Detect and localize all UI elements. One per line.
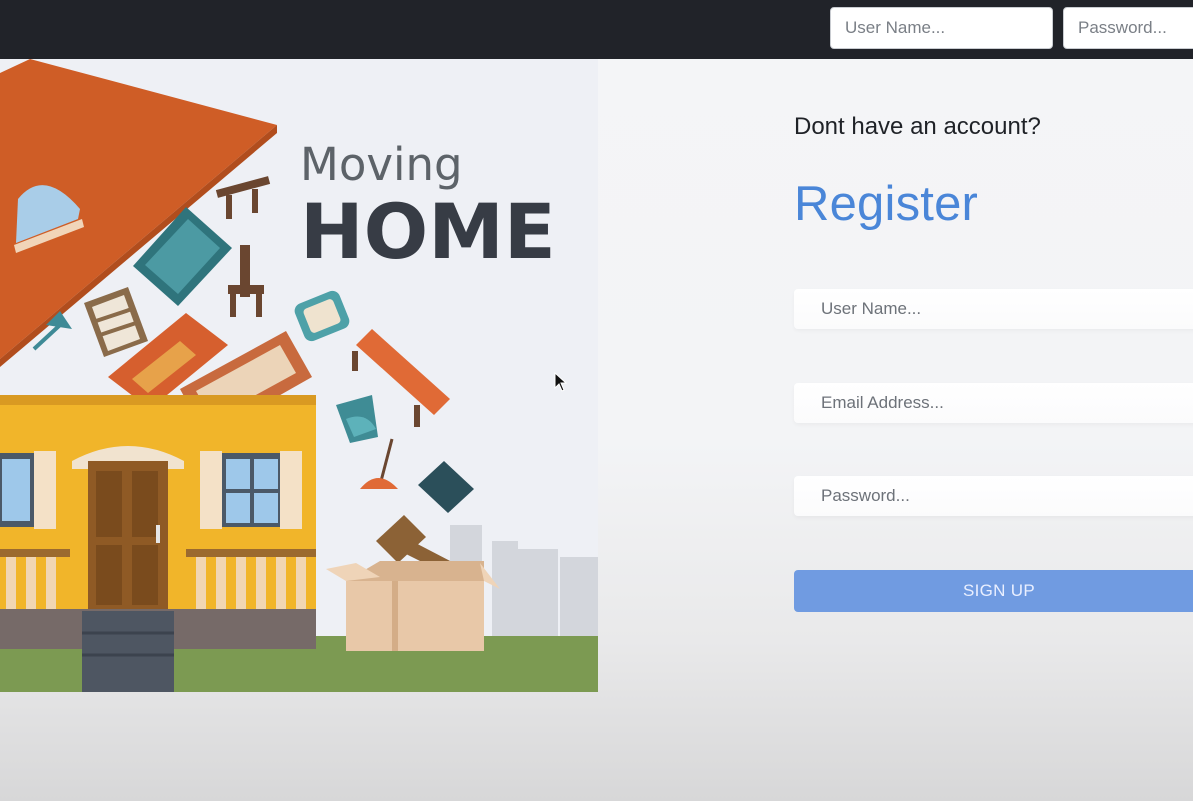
register-title: Register xyxy=(794,177,979,231)
account-prompt: Dont have an account? xyxy=(794,113,1041,140)
navbar-username-input[interactable] xyxy=(830,7,1053,49)
hero-title-line2: HOME xyxy=(300,187,556,276)
moving-box xyxy=(326,561,500,651)
register-email-input[interactable] xyxy=(794,383,1193,423)
register-username-input[interactable] xyxy=(794,289,1193,329)
house xyxy=(0,395,316,692)
navbar-password-input[interactable] xyxy=(1063,7,1193,49)
hero-title-line1: Moving xyxy=(300,138,463,191)
top-navbar xyxy=(0,0,1193,59)
mouse-cursor-icon xyxy=(554,372,568,392)
register-password-input[interactable] xyxy=(794,476,1193,516)
moving-home-svg: Moving HOME xyxy=(0,59,598,692)
sign-up-button[interactable]: SIGN UP xyxy=(794,570,1193,612)
moving-home-illustration: Moving HOME xyxy=(0,59,598,692)
